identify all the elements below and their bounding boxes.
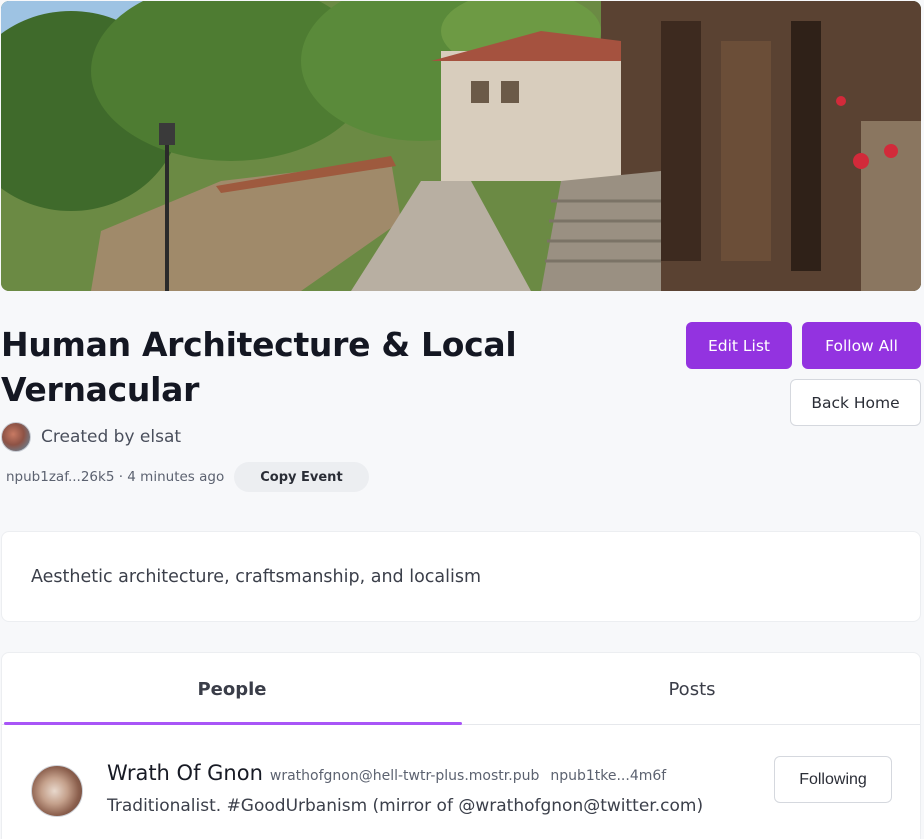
list-description: Aesthetic architecture, craftsmanship, a… xyxy=(31,566,482,587)
copy-event-button[interactable]: Copy Event xyxy=(234,462,369,492)
back-home-button[interactable]: Back Home xyxy=(790,379,921,426)
person-npub: npub1tke...4m6f xyxy=(550,768,667,784)
tab-posts[interactable]: Posts xyxy=(462,653,920,725)
person-nip05: wrathofgnon@hell-twtr-plus.mostr.pub xyxy=(269,768,540,784)
creator-info[interactable]: Created by elsat xyxy=(1,421,181,452)
person-bio: Traditionalist. #GoodUrbanism (mirror of… xyxy=(107,796,704,816)
following-button[interactable]: Following xyxy=(774,756,892,803)
page-title: Human Architecture & Local Vernacular xyxy=(1,325,517,409)
person-name[interactable]: Wrath Of Gnon xyxy=(107,761,263,785)
list-meta: npub1zaf...26k5 · 4 minutes ago Copy Eve… xyxy=(6,462,369,492)
tab-people[interactable]: People xyxy=(2,653,462,725)
follow-all-button[interactable]: Follow All xyxy=(802,322,921,369)
list-content-card: People Posts Wrath Of Gnon wrathofgnon@h… xyxy=(1,652,921,839)
list-description-card: Aesthetic architecture, craftsmanship, a… xyxy=(1,531,921,622)
person-name-line: Wrath Of Gnon wrathofgnon@hell-twtr-plus… xyxy=(107,761,666,785)
list-item[interactable]: Wrath Of Gnon wrathofgnon@hell-twtr-plus… xyxy=(2,725,920,839)
list-meta-text: npub1zaf...26k5 · 4 minutes ago xyxy=(6,469,225,485)
created-by-text: Created by elsat xyxy=(41,426,182,447)
creator-avatar[interactable] xyxy=(1,421,31,452)
person-avatar[interactable] xyxy=(31,765,83,817)
list-banner-image xyxy=(1,1,921,291)
tab-bar: People Posts xyxy=(2,653,920,725)
edit-list-button[interactable]: Edit List xyxy=(686,322,792,369)
